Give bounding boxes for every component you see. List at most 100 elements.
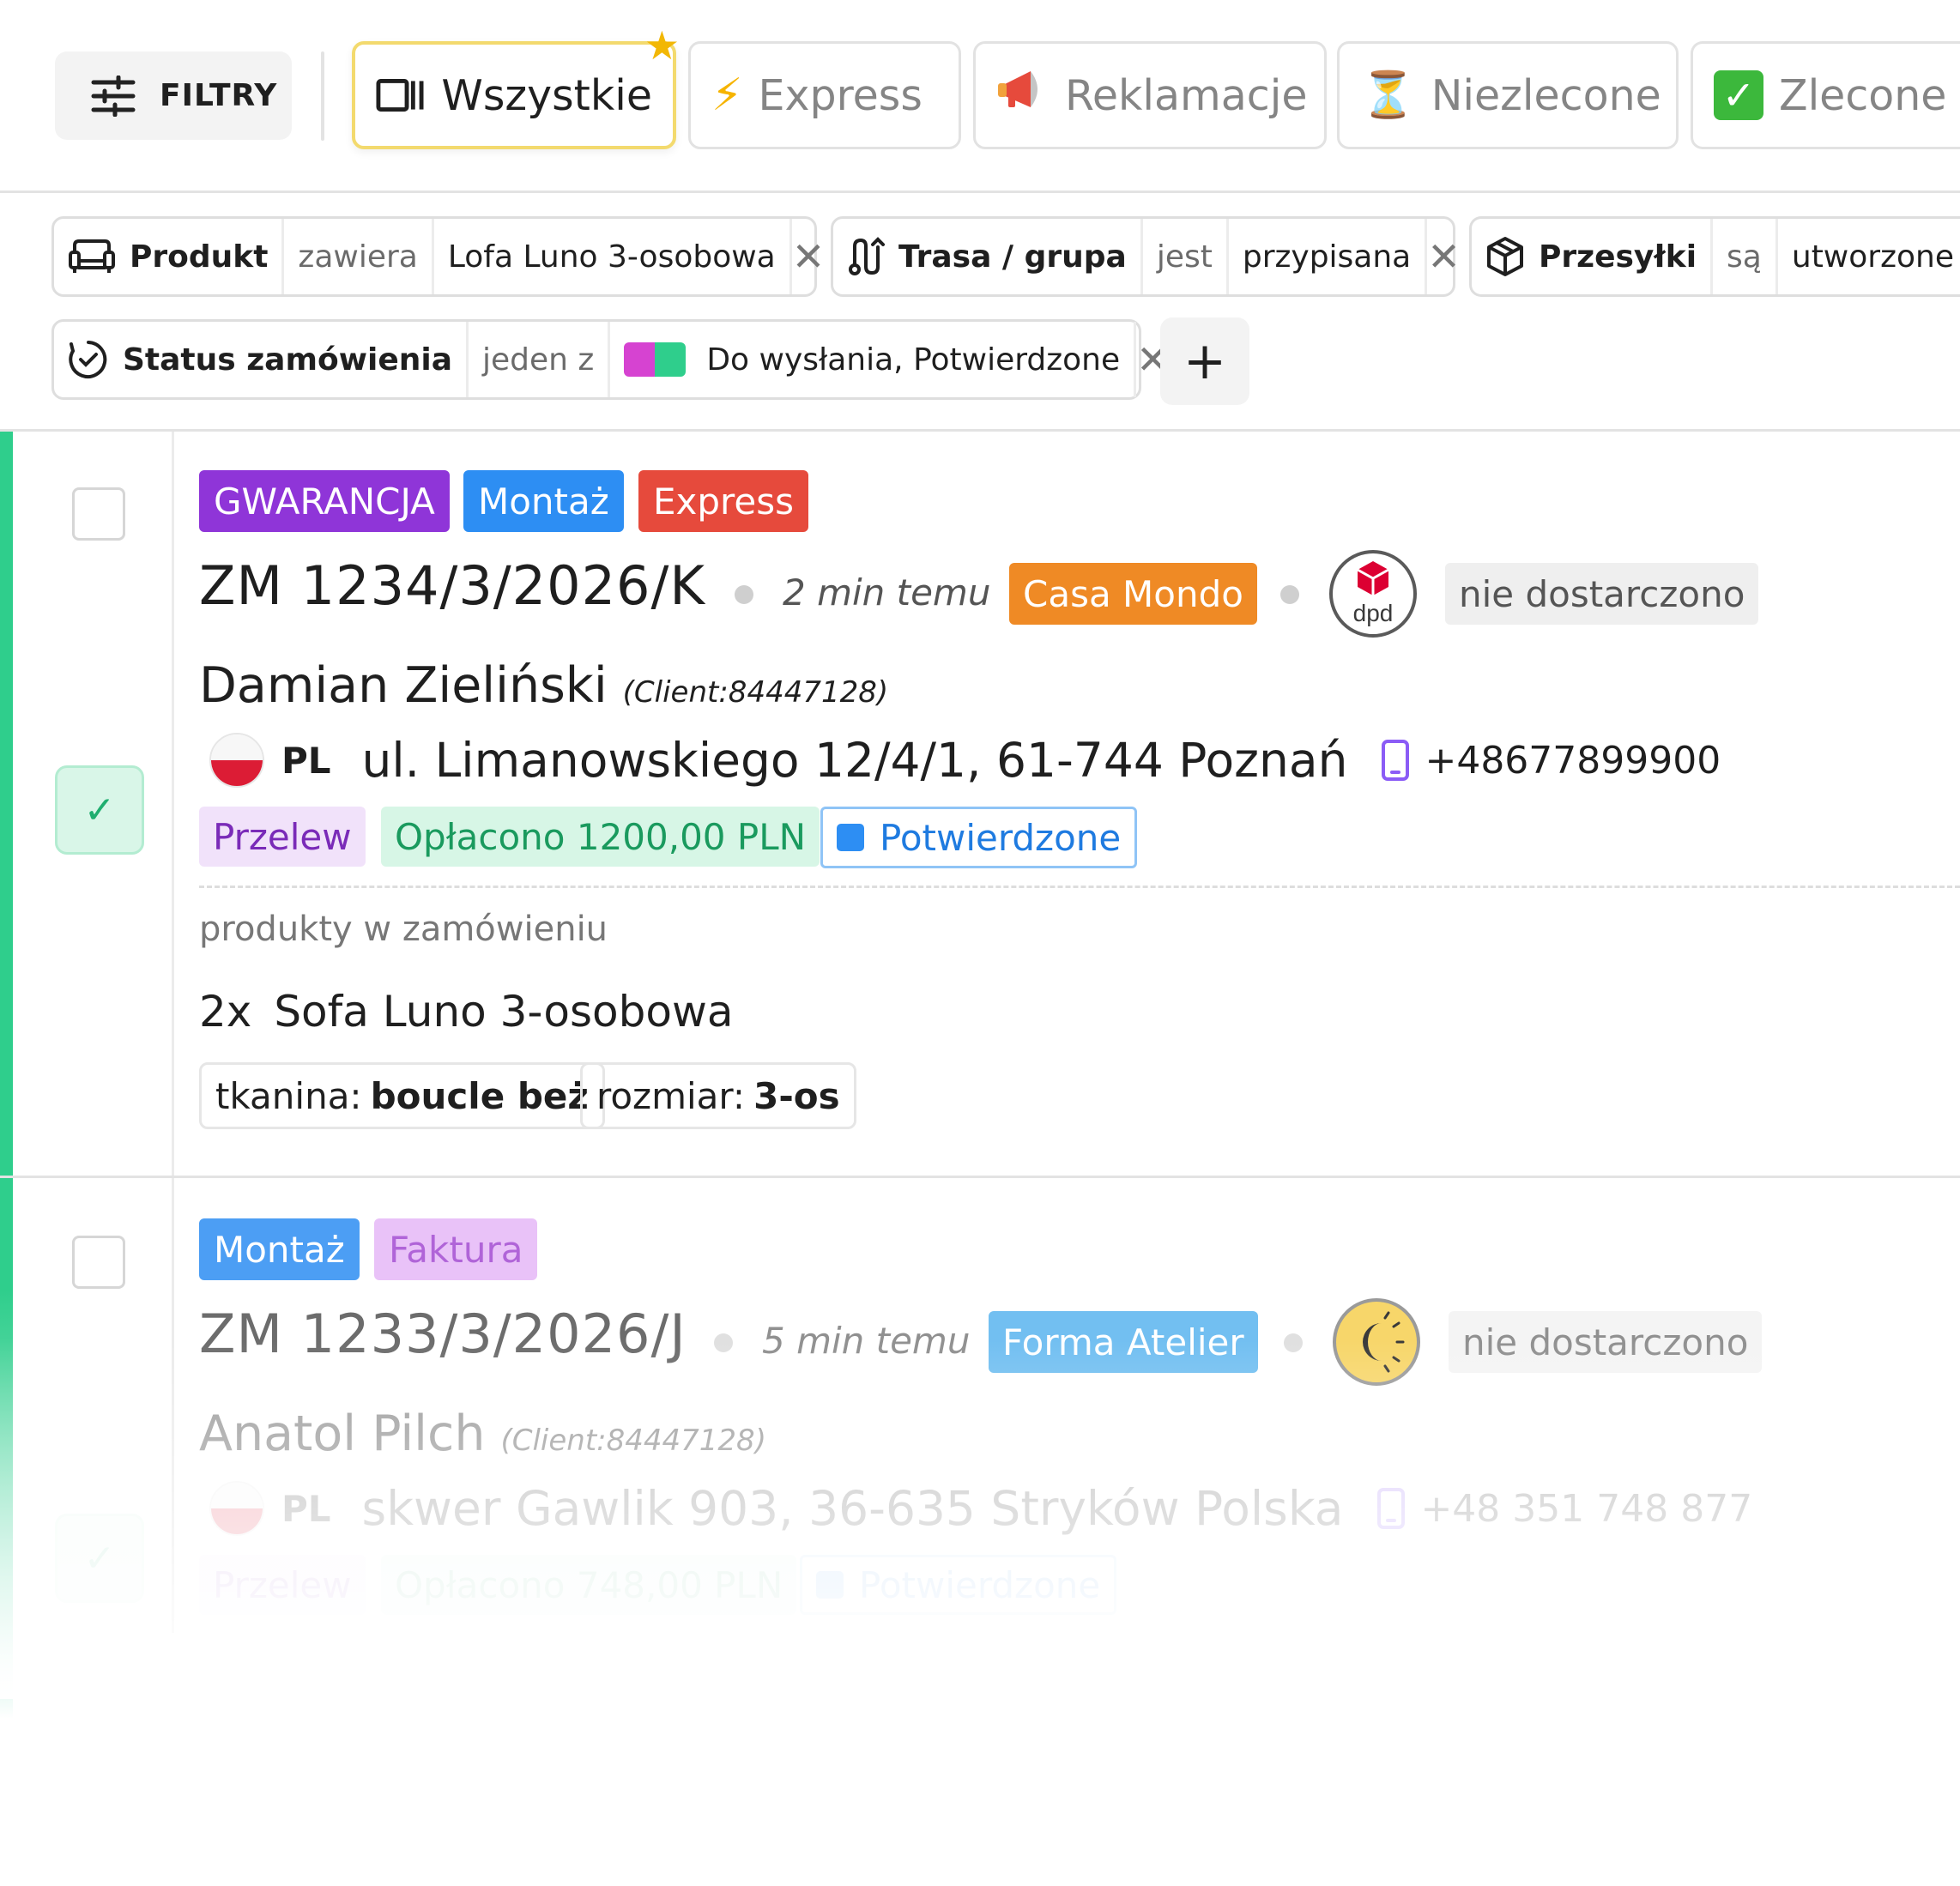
order-status-label: Potwierdzone: [859, 1563, 1101, 1606]
attribute-size: rozmiar: 3-os: [580, 1062, 856, 1129]
tag-warranty: GWARANCJA: [199, 470, 450, 532]
poland-flag-icon: [209, 733, 264, 788]
delivery-address[interactable]: skwer Gawlik 903, 36-635 Stryków Polska: [362, 1481, 1344, 1536]
filter-value[interactable]: przypisana: [1229, 219, 1428, 294]
payment-method-badge: Przelew: [199, 807, 366, 867]
filter-chip-route[interactable]: Trasa / grupa jest przypisana ✕: [831, 216, 1461, 297]
attribute-value: 3-os: [753, 1074, 840, 1117]
filter-value-group[interactable]: Do wysłania, Potwierdzone: [610, 322, 1137, 397]
poland-flag-icon: [209, 1481, 264, 1536]
phone-icon: [1382, 740, 1410, 781]
filter-field: Przesyłki: [1539, 239, 1697, 275]
payment-paid-badge: Opłacono 748,00 PLN: [381, 1555, 797, 1615]
separator-dot: [714, 1333, 733, 1352]
payment-paid-badge: Opłacono 1200,00 PLN: [381, 807, 820, 867]
customer-name: Damian Zieliński: [199, 657, 608, 714]
payment-method-badge: Przelew: [199, 1555, 366, 1615]
header-divider: [0, 429, 1960, 432]
separator-dot: [1280, 585, 1299, 604]
order-selected-checkbox[interactable]: ✓: [55, 1514, 144, 1603]
order-status-badge: Potwierdzone: [800, 1555, 1117, 1615]
filter-operator[interactable]: są: [1713, 219, 1778, 294]
filter-field: Produkt: [130, 239, 269, 275]
lightning-icon: ⚡: [711, 70, 743, 121]
tag-express: Express: [638, 470, 809, 532]
add-filter-button[interactable]: +: [1160, 317, 1249, 405]
checkbox-column-divider: [172, 432, 174, 1633]
tag-assembly: Montaż: [199, 1218, 360, 1280]
client-id: (Client:84447128): [622, 675, 889, 710]
checkmark-icon: ✓: [83, 788, 116, 832]
filter-chip-order-status[interactable]: Status zamówienia jeden z Do wysłania, P…: [51, 319, 1170, 400]
tag-invoice: Faktura: [374, 1218, 538, 1280]
filter-operator[interactable]: jeden z: [469, 322, 611, 397]
toolbar-divider: [321, 51, 324, 141]
phone-number[interactable]: +48677899900: [1425, 739, 1721, 783]
package-icon: [1487, 237, 1523, 276]
filters-button[interactable]: FILTRY: [55, 51, 292, 140]
attribute-key: tkanina:: [215, 1074, 362, 1117]
hourglass-icon: ⏳: [1360, 70, 1416, 121]
tab-express[interactable]: ⚡ Express: [688, 41, 961, 149]
status-swatches: [624, 342, 687, 377]
tab-label: Zlecone: [1779, 70, 1947, 120]
tab-label: Niezlecone: [1431, 70, 1661, 120]
columns-icon: [376, 79, 424, 112]
remove-filter-button[interactable]: ✕: [1427, 219, 1461, 294]
status-square-icon: [816, 1571, 844, 1599]
plus-icon: +: [1183, 331, 1227, 391]
filter-operator[interactable]: zawiera: [284, 219, 434, 294]
order-selected-checkbox[interactable]: ✓: [55, 765, 144, 855]
address-row: PL ul. Limanowskiego 12/4/1, 61-744 Pozn…: [209, 733, 1721, 788]
star-icon: ★: [644, 22, 680, 69]
filter-field: Status zamówienia: [123, 342, 452, 378]
tab-all[interactable]: Wszystkie ★: [352, 22, 680, 149]
megaphone-icon: [996, 68, 1050, 123]
store-badge: Forma Atelier: [989, 1311, 1258, 1373]
swatch-to-ship: [624, 342, 656, 377]
filters-label: FILTRY: [160, 78, 278, 113]
customer-name-line[interactable]: Anatol Pilch (Client:84447128): [199, 1405, 766, 1462]
customer-name-line[interactable]: Damian Zieliński (Client:84447128): [199, 657, 888, 714]
attribute-key: rozmiar:: [596, 1074, 746, 1117]
filter-chip-product[interactable]: Produkt zawiera Lofa Luno 3-osobowa ✕: [51, 216, 825, 297]
order-number[interactable]: ZM 1234/3/2026/K: [199, 554, 705, 617]
product-qty: 2x: [199, 987, 252, 1037]
tag-assembly: Montaż: [463, 470, 624, 532]
filter-operator[interactable]: jest: [1143, 219, 1229, 294]
address-row: PL skwer Gawlik 903, 36-635 Stryków Pols…: [209, 1481, 1752, 1536]
tab-complaints[interactable]: Reklamacje: [973, 41, 1327, 149]
product-line[interactable]: 2x Sofa Luno 3-osobowa: [199, 987, 734, 1037]
order-status-label: Potwierdzone: [880, 816, 1122, 859]
dashed-divider: [199, 886, 1960, 888]
country-code: PL: [281, 739, 331, 782]
tab-label: Express: [758, 70, 923, 120]
close-icon: ✕: [1427, 233, 1461, 280]
tab-unassigned[interactable]: ⏳ Niezlecone: [1337, 41, 1679, 149]
phone-icon: [1377, 1488, 1406, 1529]
tab-assigned[interactable]: ✓ Zlecone: [1691, 41, 1960, 149]
attribute-value: boucle beż: [370, 1074, 589, 1117]
filter-chip-shipments[interactable]: Przesyłki są utworzone: [1469, 216, 1960, 297]
swatch-confirmed: [655, 342, 687, 377]
delivery-status: nie dostarczono: [1445, 563, 1759, 625]
row-checkbox[interactable]: [72, 1236, 125, 1289]
customer-name: Anatol Pilch: [199, 1405, 486, 1462]
filter-value[interactable]: utworzone: [1778, 219, 1960, 294]
phone-number[interactable]: +48 351 748 877: [1420, 1487, 1752, 1531]
status-check-icon: [69, 341, 107, 378]
sun-moon-logo-icon: [1332, 1297, 1421, 1387]
order-time-ago: 2 min temu: [783, 571, 991, 614]
delivery-address[interactable]: ul. Limanowskiego 12/4/1, 61-744 Poznań: [362, 733, 1348, 788]
row-checkbox[interactable]: [72, 487, 125, 541]
country-code: PL: [281, 1487, 331, 1530]
tab-bar: FILTRY Wszystkie ★ ⚡ Express Reklamacje …: [0, 0, 1960, 193]
tab-label: Reklamacje: [1065, 70, 1308, 120]
filter-value[interactable]: Lofa Luno 3-osobowa: [434, 219, 792, 294]
remove-filter-button[interactable]: ✕: [792, 219, 826, 294]
product-name: Sofa Luno 3-osobowa: [274, 987, 734, 1037]
order-number[interactable]: ZM 1233/3/2026/J: [199, 1303, 687, 1365]
filter-value: Do wysłania, Potwierdzone: [706, 342, 1121, 378]
route-icon: [849, 237, 885, 275]
close-icon: ✕: [791, 233, 826, 280]
